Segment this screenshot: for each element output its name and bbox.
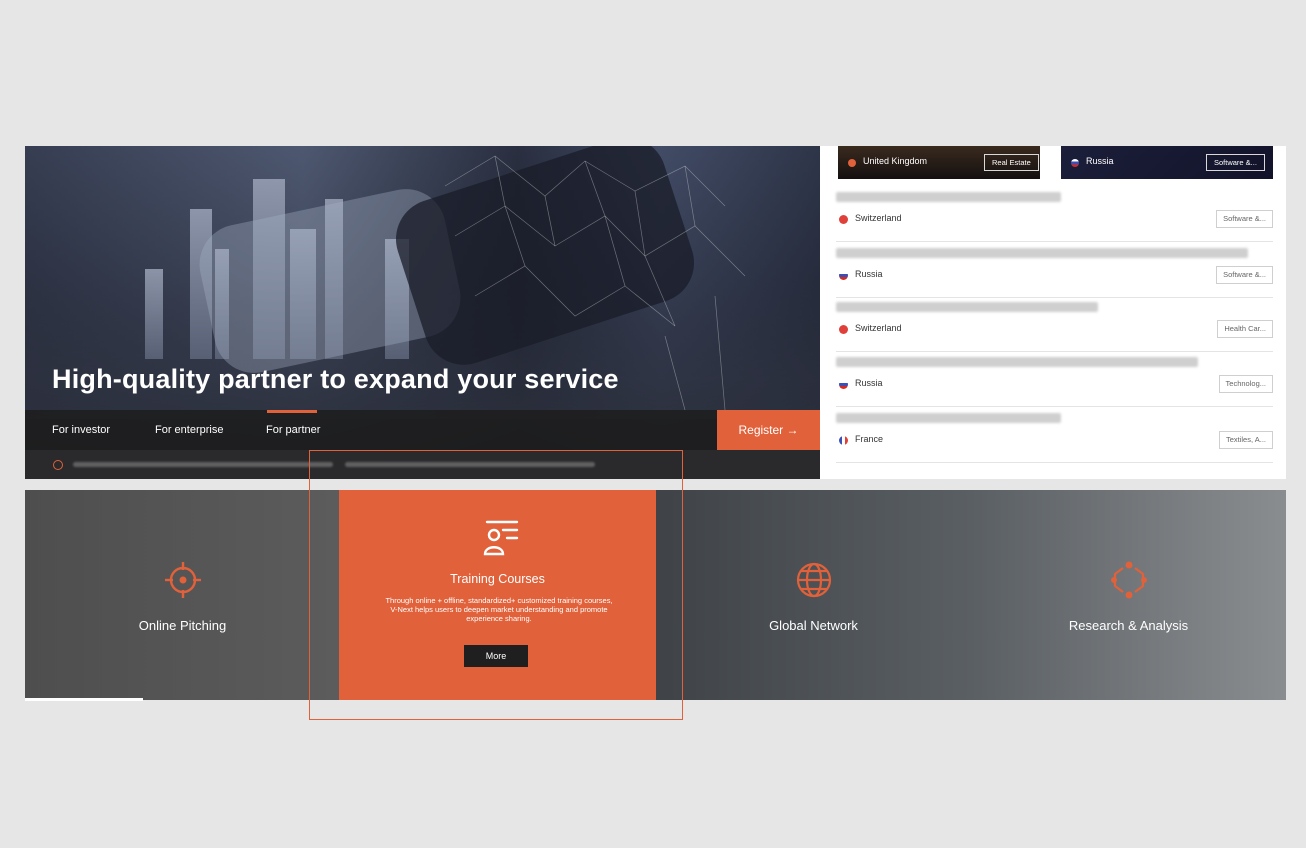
project-title-blurred — [836, 192, 1061, 202]
project-category-tag: Software &... — [1216, 266, 1273, 284]
project-category-tag: Textiles, A... — [1218, 431, 1273, 449]
feature-online-pitching[interactable]: Online Pitching — [25, 490, 340, 700]
project-list-panel: United Kingdom Real Estate Russia Softwa… — [820, 146, 1286, 479]
highlight-outline — [309, 450, 683, 720]
ticker-icon — [53, 460, 63, 470]
scroll-indicator — [25, 698, 143, 701]
hero-title: High-quality partner to expand your serv… — [52, 364, 619, 394]
feature-global-network[interactable]: Global Network — [656, 490, 971, 700]
ticker-text-blurred — [73, 462, 333, 467]
project-row[interactable]: Russia Software &... — [836, 244, 1273, 298]
project-category-tag: Technolog... — [1218, 375, 1273, 393]
flag-icon — [839, 271, 848, 280]
project-country: Switzerland — [855, 323, 902, 333]
feature-research-analysis[interactable]: Research & Analysis — [971, 490, 1286, 700]
network-hexagon-icon — [1110, 561, 1147, 599]
featured-project-card[interactable]: United Kingdom Real Estate — [838, 146, 1040, 179]
feature-label: Research & Analysis — [1068, 618, 1189, 633]
feature-label: Global Network — [769, 618, 858, 633]
crosshair-icon — [164, 562, 201, 598]
project-row[interactable]: France Textiles, A... — [836, 409, 1273, 463]
tab-for-enterprise[interactable]: For enterprise — [155, 410, 223, 450]
project-country: Russia — [1086, 156, 1114, 166]
project-category-tag: Real Estate — [984, 154, 1039, 171]
project-title-blurred — [836, 248, 1248, 258]
project-row[interactable]: Russia Technolog... — [836, 353, 1273, 407]
hero-banner: High-quality partner to expand your serv… — [25, 146, 820, 479]
flag-icon — [848, 159, 856, 167]
project-country: Switzerland — [855, 213, 902, 223]
project-country: United Kingdom — [863, 156, 928, 166]
flag-icon — [839, 215, 848, 224]
featured-project-card[interactable]: Russia Software &... — [1061, 146, 1273, 179]
flag-icon — [839, 325, 848, 334]
tab-for-partner[interactable]: For partner — [266, 410, 320, 450]
project-category-tag: Software &... — [1206, 154, 1265, 171]
project-row[interactable]: Switzerland Software &... — [836, 188, 1273, 242]
project-category-tag: Health Car... — [1217, 320, 1273, 338]
register-button[interactable]: Register → — [717, 410, 820, 450]
project-title-blurred — [836, 357, 1198, 367]
project-title-blurred — [836, 413, 1061, 423]
project-title-blurred — [836, 302, 1098, 312]
flag-icon — [1071, 159, 1079, 167]
flag-icon — [839, 436, 848, 445]
globe-icon — [796, 562, 831, 598]
project-country: Russia — [855, 378, 883, 388]
project-country: Russia — [855, 269, 883, 279]
project-row[interactable]: Switzerland Health Car... — [836, 298, 1273, 352]
tab-for-investor[interactable]: For investor — [52, 410, 110, 450]
feature-label: Online Pitching — [138, 618, 227, 633]
audience-tabs: For investor For enterprise For partner … — [25, 410, 820, 450]
project-category-tag: Software &... — [1216, 210, 1273, 228]
project-country: France — [855, 434, 884, 444]
flag-icon — [839, 380, 848, 389]
